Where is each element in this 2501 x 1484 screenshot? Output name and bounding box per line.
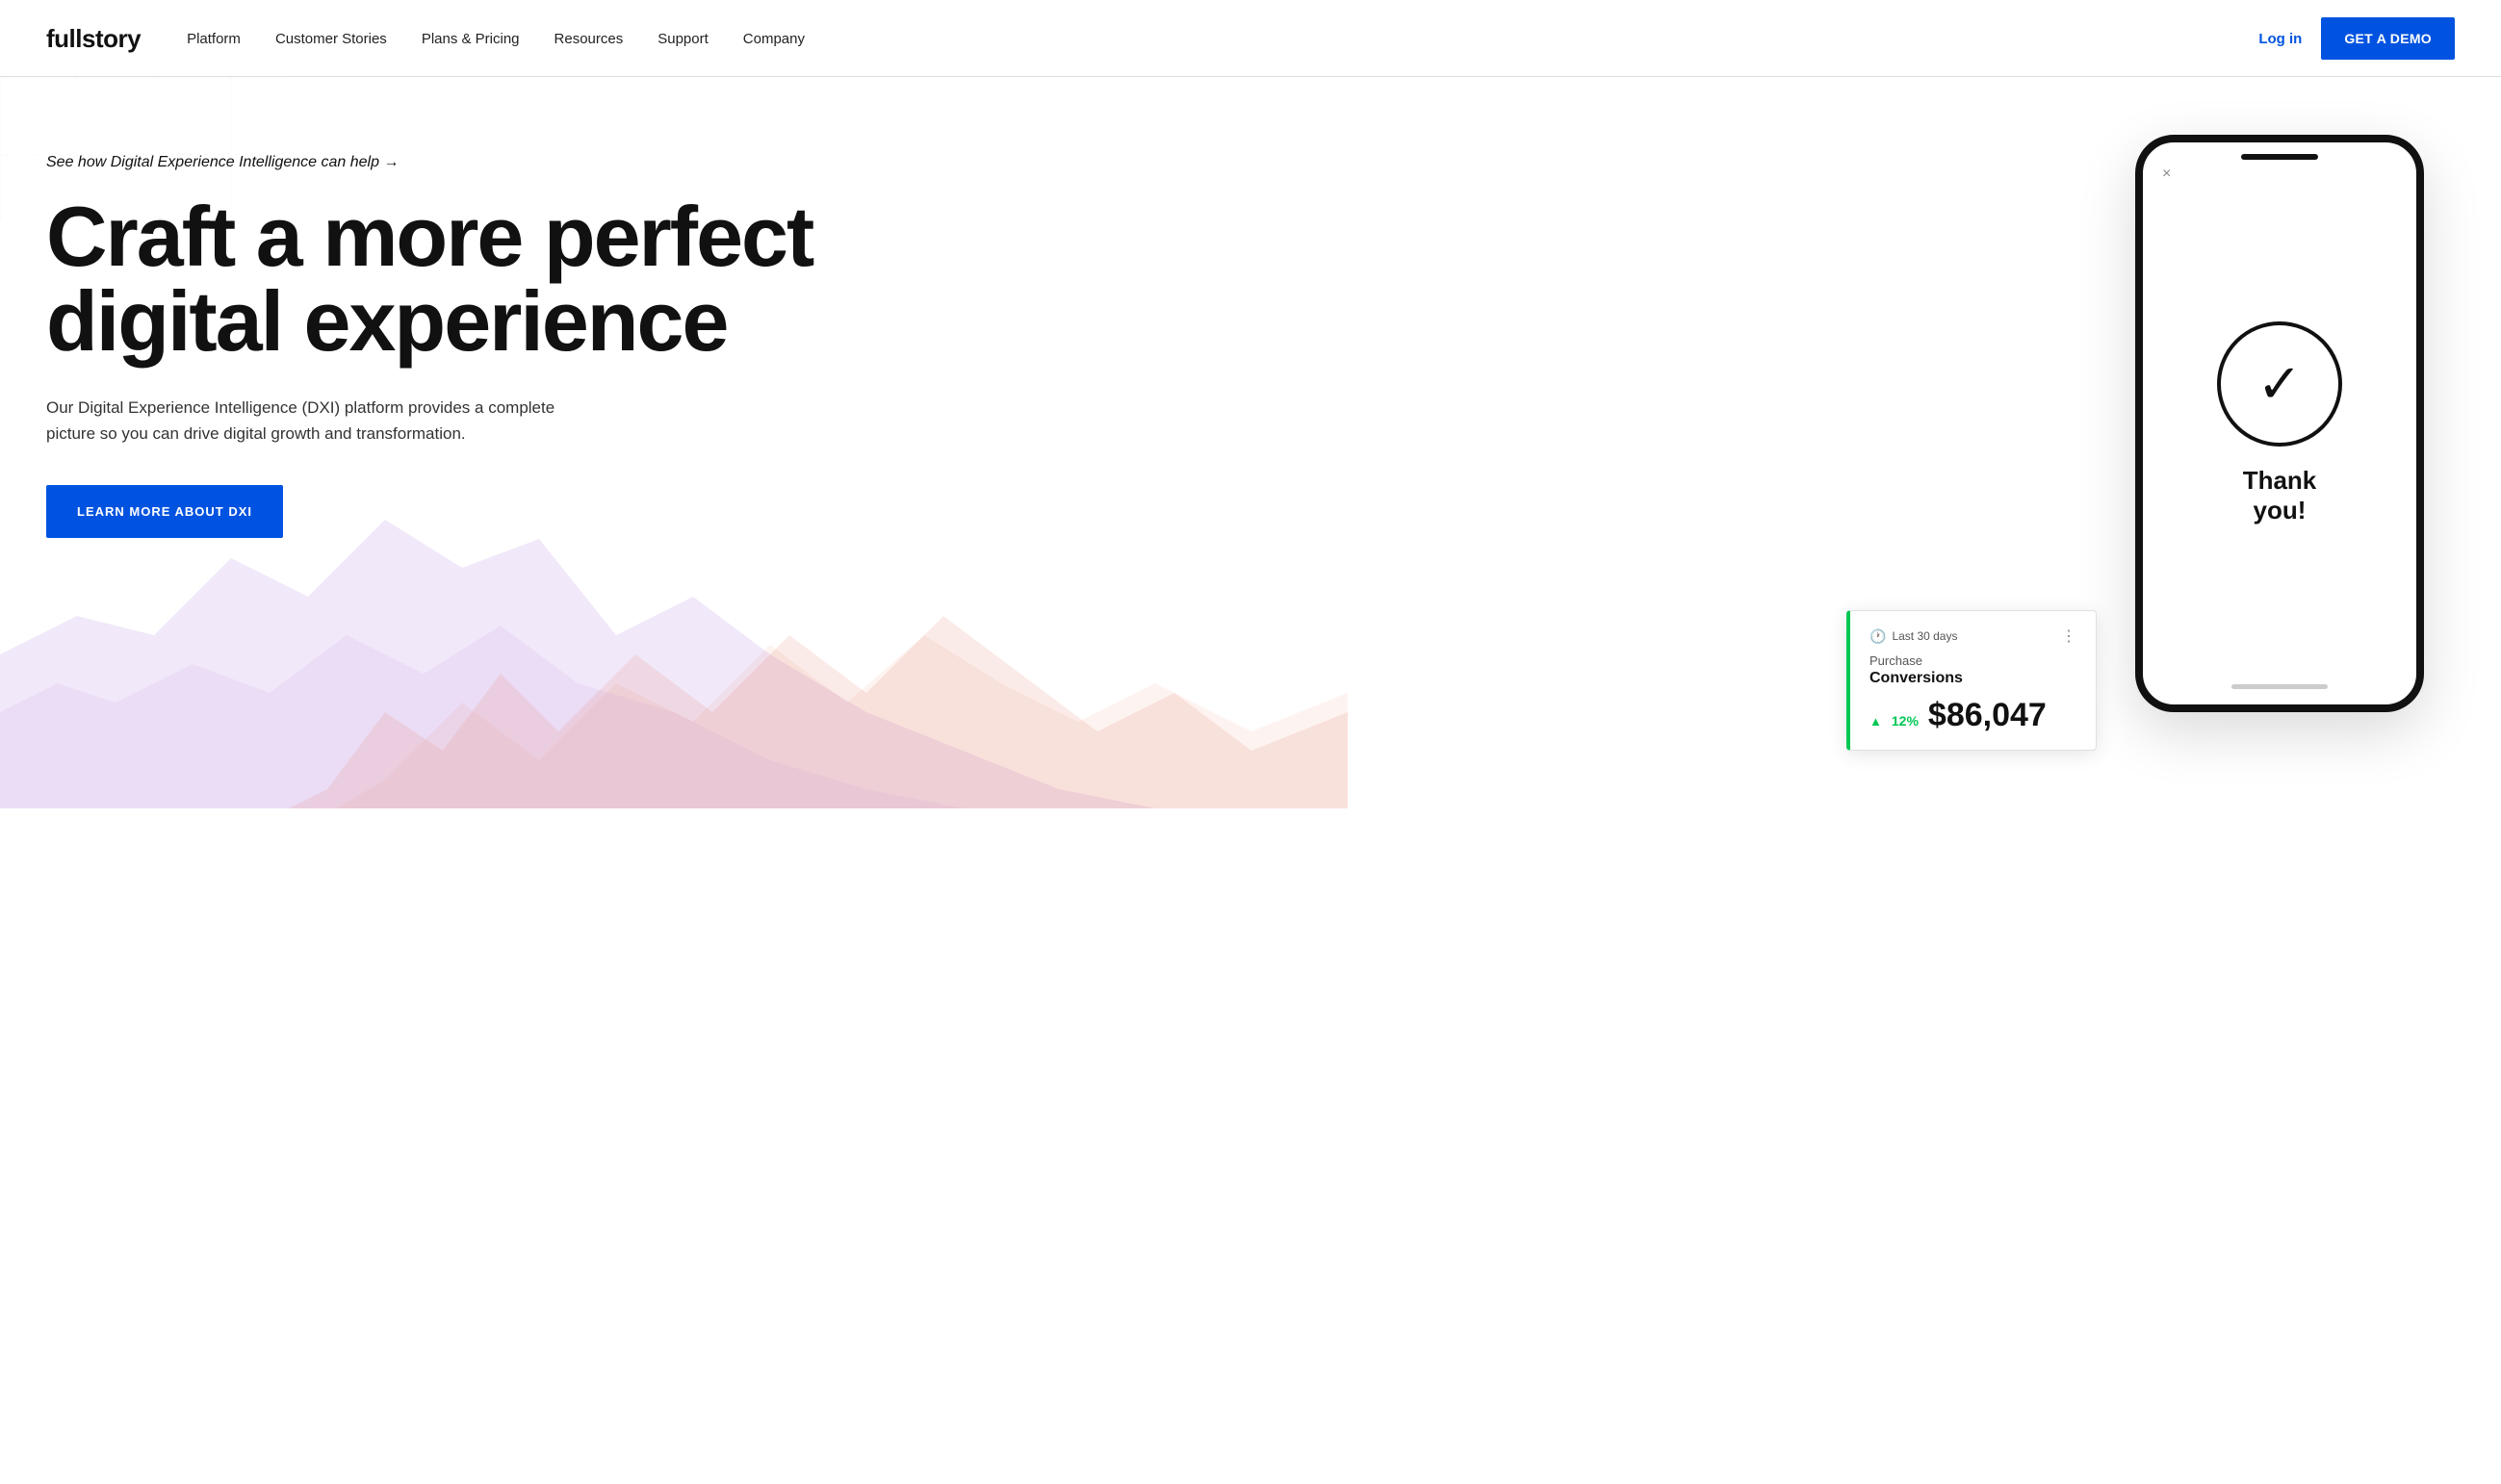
phone-mockup: × ✓ Thankyou! [2135,135,2424,712]
metric-value: $86,047 [1928,697,2047,734]
phone-home-bar [2231,684,2328,689]
nav-support[interactable]: Support [657,31,709,47]
hero-title: Craft a more perfect digital experience [46,194,874,364]
card-header: 🕐 Last 30 days ⋮ [1869,627,2076,646]
close-icon[interactable]: × [2162,166,2171,183]
percentage-change: 12% [1892,713,1919,729]
hero-tagline[interactable]: See how Digital Experience Intelligence … [46,154,2455,171]
conversion-card: 🕐 Last 30 days ⋮ Purchase Conversions ▲ … [1846,610,2097,751]
thank-you-text: Thankyou! [2243,466,2317,525]
hero-content: See how Digital Experience Intelligence … [46,154,2455,538]
learn-more-cta-button[interactable]: LEARN MORE ABOUT DXI [46,485,283,538]
nav-actions: Log in GET A DEMO [2258,17,2455,60]
hero-description: Our Digital Experience Intelligence (DXI… [46,395,605,447]
hero-section: See how Digital Experience Intelligence … [0,77,2501,808]
card-metrics: ▲ 12% $86,047 [1869,697,2076,734]
brand-logo[interactable]: fullstory [46,24,141,54]
more-options-icon[interactable]: ⋮ [2061,627,2076,646]
card-category-label: Purchase [1869,653,2076,668]
nav-divider [0,76,2501,77]
check-circle: ✓ [2217,321,2342,447]
phone-notch [2241,154,2318,160]
navbar: fullstory Platform Customer Stories Plan… [0,0,2501,77]
checkmark-icon: ✓ [2257,357,2303,411]
nav-customer-stories[interactable]: Customer Stories [275,31,387,47]
clock-icon: 🕐 [1869,628,1886,645]
nav-company[interactable]: Company [743,31,805,47]
date-range-label: Last 30 days [1892,629,1957,643]
login-link[interactable]: Log in [2258,31,2302,47]
nav-resources[interactable]: Resources [554,31,624,47]
nav-platform[interactable]: Platform [187,31,241,47]
get-demo-button[interactable]: GET A DEMO [2321,17,2455,60]
card-metric-title: Conversions [1869,670,2076,687]
up-arrow-icon: ▲ [1869,714,1882,729]
nav-plans-pricing[interactable]: Plans & Pricing [422,31,520,47]
card-header-left: 🕐 Last 30 days [1869,628,1957,645]
nav-links: Platform Customer Stories Plans & Pricin… [187,31,2258,47]
